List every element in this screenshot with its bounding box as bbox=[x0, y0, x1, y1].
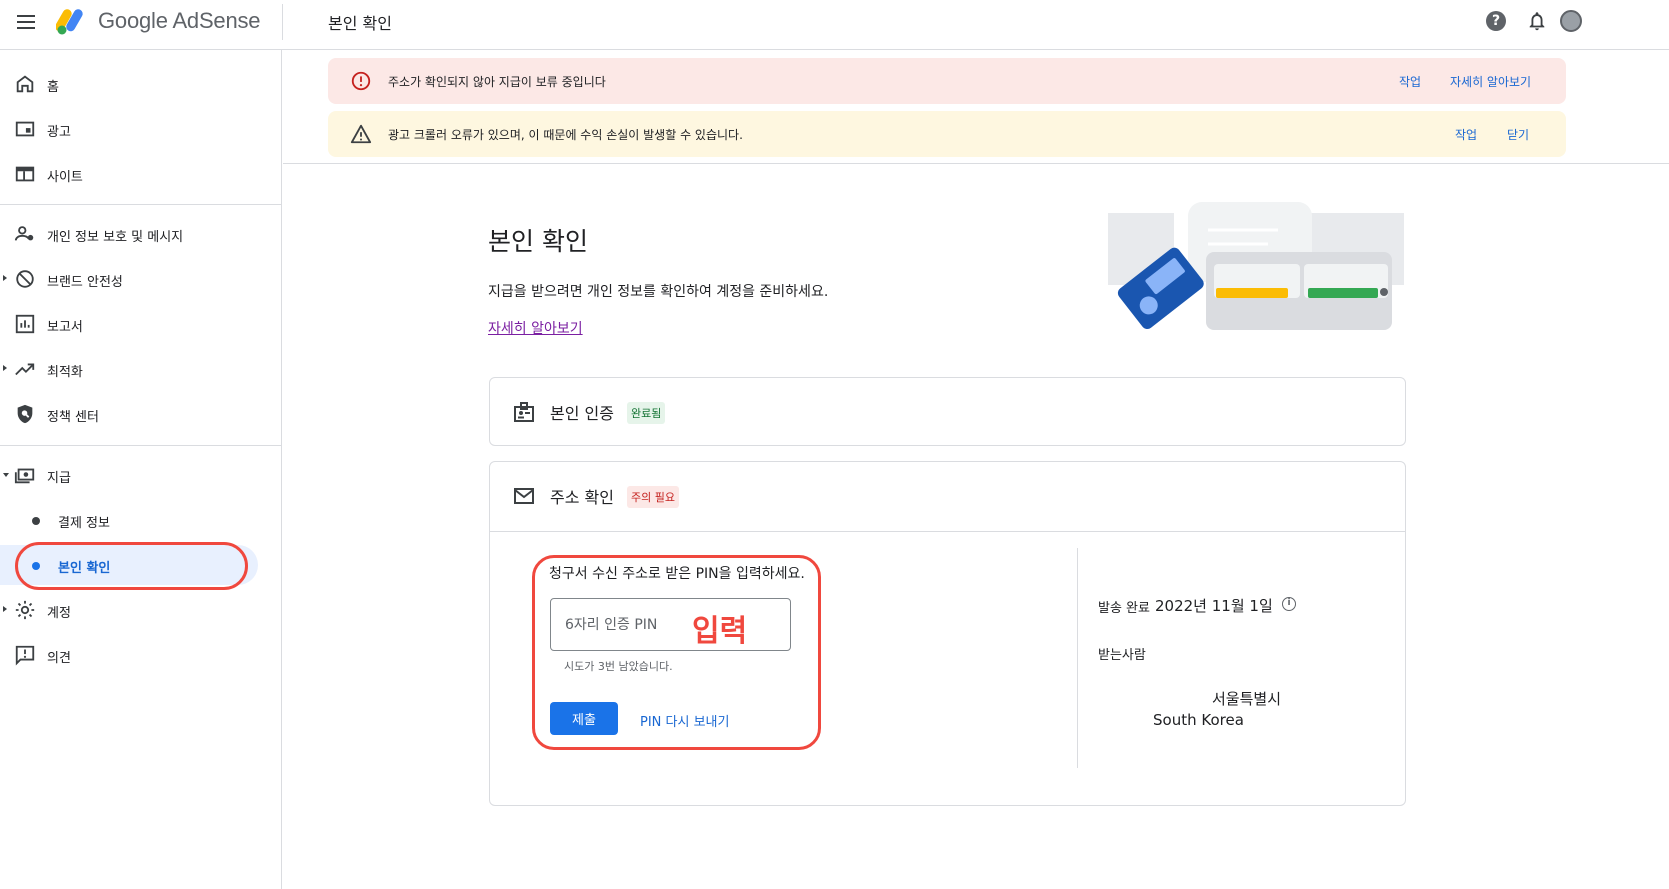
identity-verification-card[interactable]: 본인 인증 완료됨 bbox=[489, 377, 1406, 446]
warning-triangle-icon bbox=[350, 124, 372, 144]
expand-arrow-icon bbox=[3, 275, 7, 281]
sidebar-item-label: 광고 bbox=[47, 125, 71, 140]
sidebar-item-brand-safety[interactable]: 브랜드 안전성 bbox=[0, 259, 282, 299]
sidebar-item-optimization[interactable]: 최적화 bbox=[0, 349, 282, 389]
banner-message: 주소가 확인되지 않아 지급이 보류 중입니다 bbox=[388, 75, 606, 89]
sent-date: 2022년 11월 1일 bbox=[1155, 597, 1273, 615]
bullet-dot bbox=[32, 562, 40, 570]
sidebar-item-label: 보고서 bbox=[47, 320, 83, 335]
sidebar-item-verification[interactable]: 본인 확인 bbox=[0, 545, 258, 585]
expand-arrow-icon bbox=[3, 365, 7, 371]
page-title: 본인 확인 bbox=[488, 227, 588, 256]
column-divider bbox=[1077, 548, 1078, 768]
adsense-logo[interactable]: Google AdSense bbox=[56, 6, 261, 36]
recipient-label: 받는사람 bbox=[1098, 648, 1146, 663]
sidebar-item-label: 브랜드 안전성 bbox=[47, 275, 123, 290]
sidebar-item-policy-center[interactable]: 정책 센터 bbox=[0, 394, 282, 434]
sidebar-item-payment-info[interactable]: 결제 정보 bbox=[0, 500, 282, 540]
status-badge-complete: 완료됨 bbox=[627, 402, 666, 424]
sidebar-item-label: 정책 센터 bbox=[47, 410, 99, 425]
bullet-dot bbox=[32, 517, 40, 525]
sidebar-item-label: 본인 확인 bbox=[58, 561, 111, 576]
error-circle-icon bbox=[351, 71, 371, 91]
pin-attempts-helper: 시도가 3번 남았습니다. bbox=[564, 660, 673, 673]
trending-up-icon bbox=[15, 363, 35, 376]
verification-illustration bbox=[1108, 202, 1404, 330]
submit-button[interactable]: 제출 bbox=[550, 702, 618, 735]
banner-learn-more-link[interactable]: 자세히 알아보기 bbox=[1450, 73, 1531, 90]
sidebar-item-sites[interactable]: 사이트 bbox=[0, 154, 282, 194]
pin-prompt: 청구서 수신 주소로 받은 PIN을 입력하세요. bbox=[549, 566, 805, 582]
gear-icon bbox=[15, 600, 35, 620]
privacy-icon bbox=[14, 226, 34, 241]
card-title: 본인 인증 bbox=[550, 404, 614, 423]
learn-more-link[interactable]: 자세히 알아보기 bbox=[488, 318, 583, 338]
card-divider bbox=[490, 531, 1405, 532]
page-heading: 본인 확인 bbox=[328, 14, 392, 33]
collapse-arrow-icon bbox=[3, 473, 9, 477]
sidebar-item-label: 계정 bbox=[47, 606, 71, 621]
address-city: 서울특별시 bbox=[1212, 690, 1282, 708]
resend-pin-link[interactable]: PIN 다시 보내기 bbox=[640, 711, 729, 730]
sidebar-item-label: 결제 정보 bbox=[58, 516, 110, 531]
sidebar-divider bbox=[0, 445, 282, 446]
block-icon bbox=[16, 270, 34, 288]
sidebar-item-feedback[interactable]: 의견 bbox=[0, 635, 282, 675]
sidebar-item-label: 사이트 bbox=[47, 170, 83, 185]
content-divider bbox=[283, 163, 1669, 164]
sidebar-item-reports[interactable]: 보고서 bbox=[0, 304, 282, 344]
help-icon[interactable]: ? bbox=[1486, 11, 1506, 31]
mail-icon bbox=[514, 488, 534, 504]
ads-icon bbox=[15, 121, 35, 137]
sidebar-item-ads[interactable]: 광고 bbox=[0, 109, 282, 149]
status-badge-attention: 주의 필요 bbox=[627, 486, 679, 508]
page-description: 지급을 받으려면 개인 정보를 확인하여 계정을 준비하세요. bbox=[488, 284, 829, 300]
notifications-bell-icon[interactable] bbox=[1526, 10, 1548, 32]
warning-banner: 광고 크롤러 오류가 있으며, 이 때문에 수익 손실이 발생할 수 있습니다.… bbox=[328, 111, 1566, 157]
sent-label: 발송 완료 bbox=[1098, 601, 1150, 616]
card-title: 주소 확인 bbox=[550, 488, 614, 507]
sidebar-item-label: 홈 bbox=[47, 80, 59, 95]
sidebar-item-home[interactable]: 홈 bbox=[0, 64, 282, 104]
error-banner: 주소가 확인되지 않아 지급이 보류 중입니다 작업 자세히 알아보기 bbox=[328, 58, 1566, 104]
top-app-bar: Google AdSense 본인 확인 ? bbox=[0, 0, 1669, 50]
reports-icon bbox=[15, 314, 35, 334]
sidebar-item-label: 지급 bbox=[47, 471, 71, 486]
sidebar-item-label: 최적화 bbox=[47, 365, 83, 380]
product-name: Google AdSense bbox=[98, 8, 261, 33]
sidebar-item-payments[interactable]: 지급 bbox=[0, 455, 282, 495]
account-avatar[interactable] bbox=[1560, 10, 1582, 32]
sidebar-item-privacy-messaging[interactable]: 개인 정보 보호 및 메시지 bbox=[0, 214, 282, 254]
sidebar-item-label: 개인 정보 보호 및 메시지 bbox=[47, 230, 184, 245]
info-icon[interactable]: i bbox=[1282, 597, 1296, 611]
sidebar: 홈 광고 사이트 개인 정보 보호 및 메시지 브랜드 안전성 보고서 최적화 … bbox=[0, 50, 282, 889]
banner-action-link[interactable]: 작업 bbox=[1455, 126, 1477, 143]
home-icon bbox=[16, 75, 34, 93]
adsense-logo-icon bbox=[56, 9, 83, 35]
menu-icon[interactable] bbox=[14, 10, 38, 34]
banner-message: 광고 크롤러 오류가 있으며, 이 때문에 수익 손실이 발생할 수 있습니다. bbox=[388, 128, 743, 142]
banner-close-link[interactable]: 닫기 bbox=[1507, 126, 1529, 143]
address-country: South Korea bbox=[1153, 711, 1244, 729]
expand-arrow-icon bbox=[3, 606, 7, 612]
sidebar-divider bbox=[0, 204, 282, 205]
feedback-icon bbox=[15, 645, 35, 666]
pin-input[interactable] bbox=[550, 598, 791, 651]
sites-icon bbox=[15, 166, 35, 182]
id-badge-icon bbox=[514, 402, 534, 422]
payments-icon bbox=[14, 468, 35, 484]
top-divider bbox=[282, 4, 283, 40]
sidebar-item-account[interactable]: 계정 bbox=[0, 590, 282, 630]
policy-shield-icon bbox=[17, 404, 33, 424]
sidebar-item-label: 의견 bbox=[47, 651, 71, 666]
banner-action-link[interactable]: 작업 bbox=[1399, 73, 1421, 90]
